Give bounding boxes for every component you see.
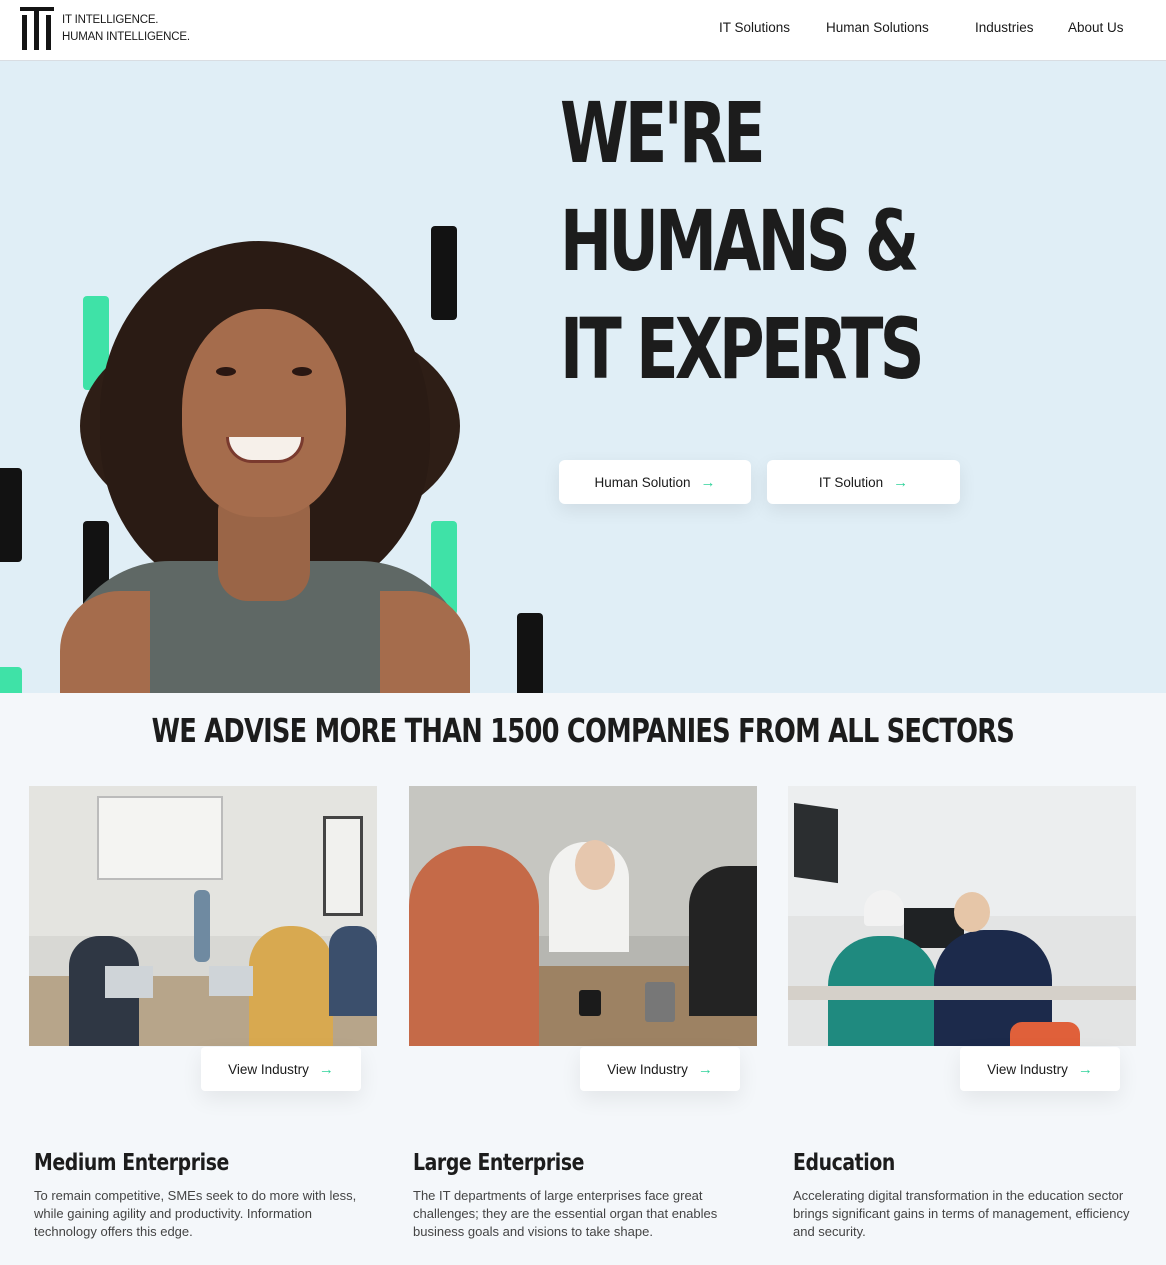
site-header: IT INTELLIGENCE. HUMAN INTELLIGENCE. IT …	[0, 0, 1166, 61]
hero-headline: WE'RE HUMANS & IT EXPERTS	[560, 79, 974, 403]
human-solution-button[interactable]: Human Solution →	[559, 460, 751, 504]
view-industry-label: View Industry	[987, 1061, 1068, 1077]
card-title-large-enterprise: Large Enterprise	[413, 1150, 585, 1176]
nav-industries[interactable]: Industries	[975, 20, 1034, 35]
education-image	[788, 786, 1136, 1046]
nav-it-solutions[interactable]: IT Solutions	[719, 20, 790, 35]
arrow-right-icon: →	[700, 473, 716, 491]
view-industry-button-large[interactable]: View Industry →	[580, 1047, 740, 1091]
view-industry-label: View Industry	[228, 1061, 309, 1077]
arrow-right-icon: →	[1077, 1060, 1093, 1078]
view-industry-button-medium[interactable]: View Industry →	[201, 1047, 361, 1091]
hero-portrait	[40, 241, 480, 693]
medium-enterprise-image	[29, 786, 377, 1046]
deco-bar	[0, 667, 22, 693]
arrow-right-icon: →	[893, 473, 909, 491]
headline-line-1: WE'RE	[560, 84, 766, 182]
deco-bar	[0, 468, 22, 562]
human-solution-label: Human Solution	[594, 474, 691, 490]
main-nav: IT Solutions Human Solutions Industries …	[0, 20, 1166, 40]
headline-line-2: HUMANS &	[560, 192, 919, 290]
deco-bar	[517, 613, 543, 693]
view-industry-label: View Industry	[607, 1061, 688, 1077]
card-title-education: Education	[793, 1150, 895, 1176]
hero-section: WE'RE HUMANS & IT EXPERTS Human Solution…	[0, 61, 1166, 693]
view-industry-button-education[interactable]: View Industry →	[960, 1047, 1120, 1091]
large-enterprise-image	[409, 786, 757, 1046]
nav-human-solutions[interactable]: Human Solutions	[826, 20, 929, 35]
card-title-medium-enterprise: Medium Enterprise	[34, 1150, 229, 1176]
nav-about-us[interactable]: About Us	[1068, 20, 1124, 35]
arrow-right-icon: →	[318, 1060, 334, 1078]
card-desc-education: Accelerating digital transformation in t…	[793, 1188, 1130, 1239]
sectors-title: WE ADVISE MORE THAN 1500 COMPANIES FROM …	[151, 711, 1015, 750]
card-desc-medium-enterprise: To remain competitive, SMEs seek to do m…	[34, 1188, 357, 1239]
card-desc-large-enterprise: The IT departments of large enterprises …	[413, 1188, 718, 1239]
arrow-right-icon: →	[697, 1060, 713, 1078]
it-solution-button[interactable]: IT Solution →	[767, 460, 960, 504]
it-solution-label: IT Solution	[818, 474, 884, 490]
headline-line-3: IT EXPERTS	[560, 300, 925, 398]
sectors-heading: WE ADVISE MORE THAN 1500 COMPANIES FROM …	[0, 711, 1166, 750]
